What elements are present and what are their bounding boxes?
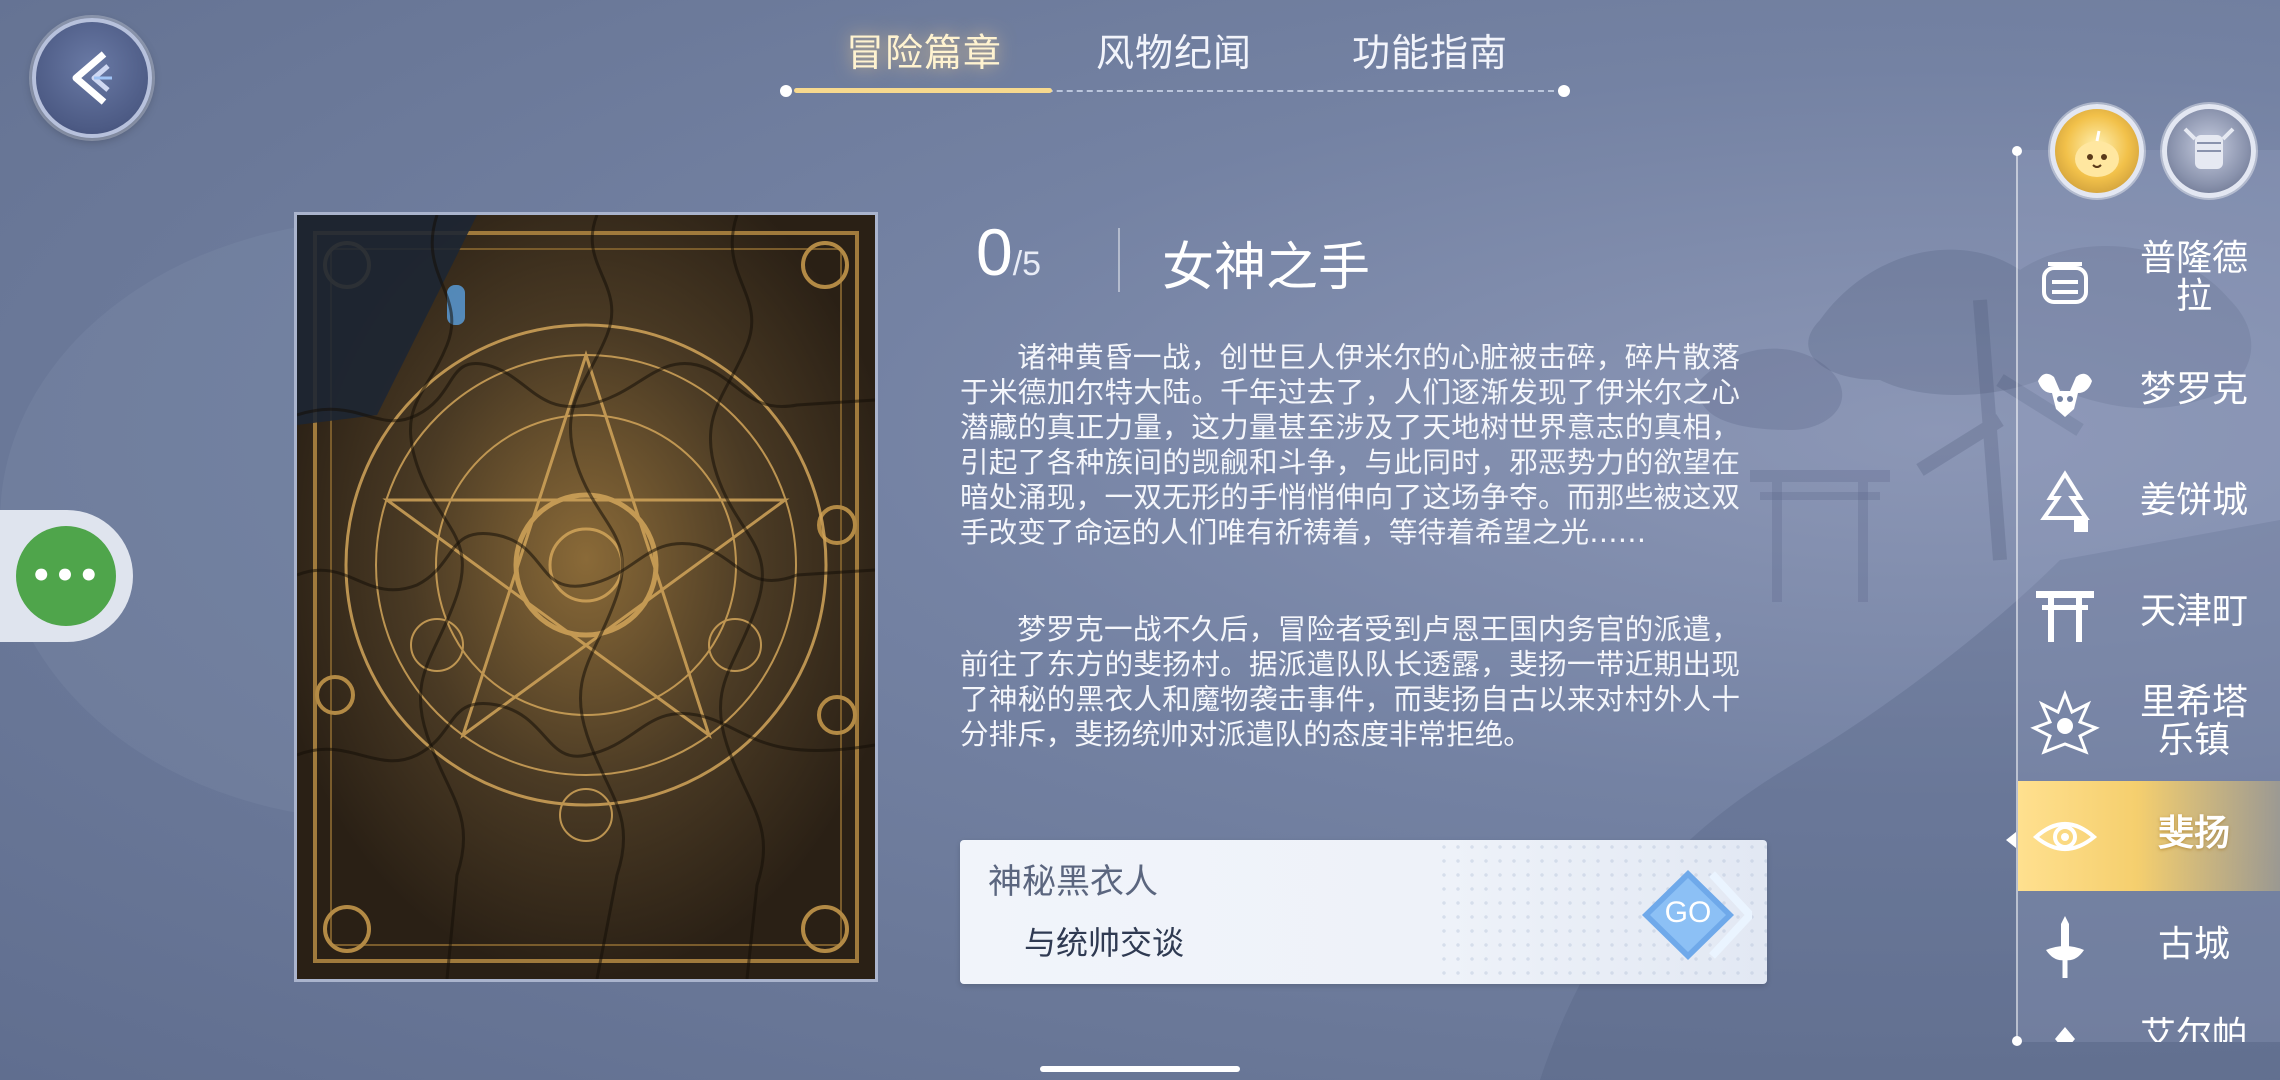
region-icon: [2055, 1027, 2075, 1042]
region-item-amatsu[interactable]: 天津町: [2018, 559, 2280, 669]
top-tab-bar: 冒险篇章 风物纪闻 功能指南: [780, 0, 1570, 100]
region-item-glast-heim[interactable]: 古城: [2018, 892, 2280, 1002]
story-paragraph-2: 梦罗克一战不久后，冒险者受到卢恩王国内务官的派遣，前往了东方的斐扬村。据派遣队队…: [960, 612, 1740, 751]
quest-task: 与统帅交谈: [1024, 924, 1185, 962]
active-region-pointer: [2006, 832, 2016, 848]
fist-emblem-tab[interactable]: [2162, 104, 2256, 198]
tab-feature-guide[interactable]: 功能指南: [1352, 22, 1508, 77]
go-label: GO: [1664, 896, 1712, 929]
glast-heim-icon: [2046, 916, 2084, 978]
floating-menu-tab: •••: [0, 510, 133, 642]
progress-total: /5: [1012, 245, 1042, 283]
tab-line-dot-right: [1558, 85, 1570, 97]
region-label-payon: 斐扬: [2157, 813, 2230, 854]
region-item-morroc[interactable]: 梦罗克: [2018, 337, 2280, 447]
title-divider: [1118, 228, 1120, 292]
tab-active-underline: [794, 88, 1052, 93]
chapter-puzzle-image[interactable]: [294, 212, 878, 982]
region-label-morroc: 梦罗克: [2139, 369, 2248, 410]
region-label-prontera: 普隆德 拉: [2139, 238, 2248, 317]
lighthalzen-icon: [2030, 690, 2100, 755]
region-label-glast-heim: 古城: [2157, 924, 2230, 965]
region-item-lighthalzen[interactable]: 里希塔 乐镇: [2018, 670, 2280, 780]
more-options-button[interactable]: •••: [16, 526, 116, 626]
tab-adventure-chapters[interactable]: 冒险篇章: [846, 22, 1002, 77]
poring-avatar-tab[interactable]: [2050, 104, 2144, 198]
morroc-icon: [2038, 373, 2092, 417]
region-label-partial: 艾尔帕: [2139, 1015, 2248, 1043]
quest-card[interactable]: 神秘黑衣人 与统帅交谈 GO: [960, 840, 1767, 984]
poring-icon: [2075, 130, 2119, 177]
chapter-title: 女神之手: [1162, 238, 1371, 298]
payon-icon: [2032, 822, 2098, 851]
fist-icon: [2183, 127, 2235, 169]
progress-current: 0: [976, 215, 1013, 289]
home-indicator: [1040, 1066, 1240, 1072]
region-label-amatsu: 天津町: [2139, 591, 2248, 632]
magic-circle-artwork: [297, 215, 875, 979]
region-item-partial[interactable]: 艾尔帕: [2018, 1003, 2280, 1042]
chapter-progress: 0/5: [976, 214, 1041, 290]
quest-title: 神秘黑衣人: [988, 862, 1158, 902]
tab-local-lore[interactable]: 风物纪闻: [1096, 22, 1252, 77]
go-button[interactable]: GO: [1642, 870, 1752, 960]
lutie-icon: [2040, 470, 2090, 532]
tab-line-dot-left: [780, 85, 792, 97]
back-button[interactable]: [32, 18, 152, 138]
more-dots-icon: •••: [30, 556, 102, 596]
region-item-prontera[interactable]: 普隆德 拉: [2018, 226, 2280, 336]
prontera-icon: [2042, 262, 2088, 304]
back-arrow-icon: [72, 51, 112, 105]
story-paragraph-1: 诸神黄昏一战，创世巨人伊米尔的心脏被击碎，碎片散落于米德加尔特大陆。千年过去了，…: [960, 340, 1740, 549]
amatsu-icon: [2036, 591, 2094, 642]
region-label-lutie: 姜饼城: [2139, 480, 2248, 521]
region-label-lighthalzen: 里希塔 乐镇: [2139, 682, 2248, 761]
region-item-lutie[interactable]: 姜饼城: [2018, 448, 2280, 558]
region-item-payon[interactable]: 斐扬: [2018, 781, 2280, 891]
region-nav-dot-top: [2012, 146, 2022, 156]
